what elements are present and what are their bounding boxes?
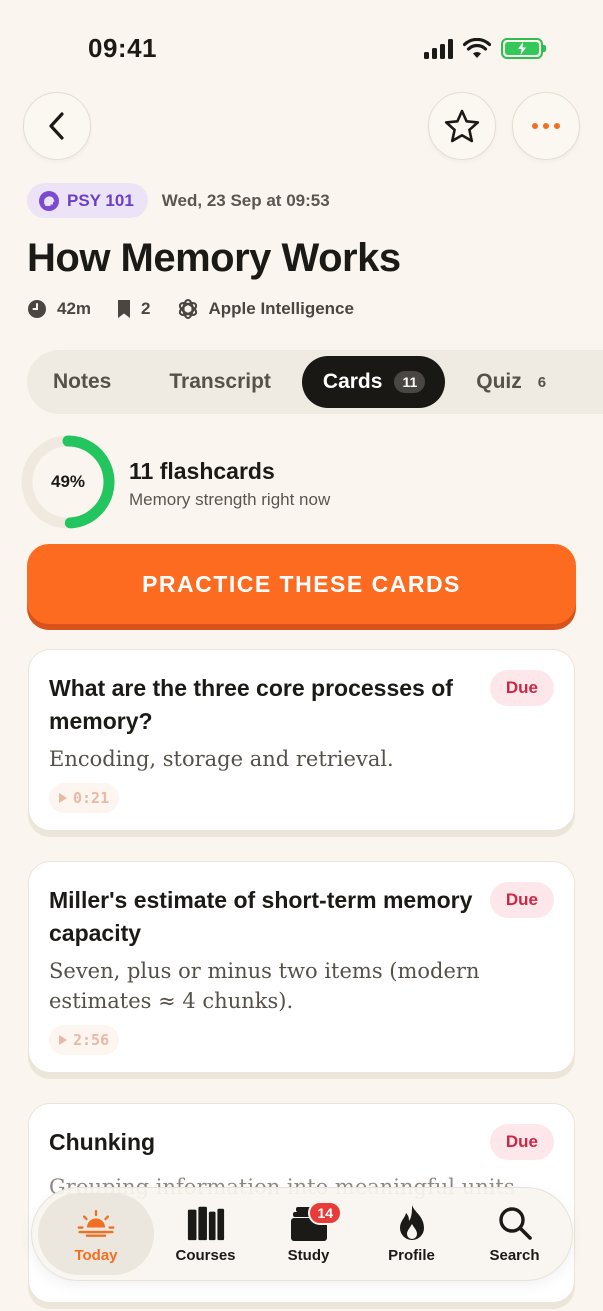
more-options-button[interactable]: [512, 92, 580, 160]
due-badge: Due: [489, 1124, 554, 1160]
tab-cards-count: 11: [394, 371, 426, 393]
course-code: PSY 101: [67, 190, 134, 210]
flashcard-answer: Encoding, storage and retrieval.: [49, 747, 394, 771]
lecture-meta: PSY 101 Wed, 23 Sep at 09:53: [27, 183, 330, 218]
status-bar: 09:41: [0, 0, 603, 90]
tab-quiz[interactable]: Quiz 6: [476, 356, 546, 408]
timestamp-chip[interactable]: 0:21: [49, 783, 120, 813]
tab-quiz-count: 6: [537, 373, 547, 391]
study-badge: 14: [308, 1201, 342, 1225]
nav-today[interactable]: Today: [38, 1193, 154, 1275]
lecture-date: Wed, 23 Sep at 09:53: [161, 190, 330, 210]
nav-search[interactable]: Search: [463, 1193, 566, 1275]
tab-quiz-label: Quiz: [476, 370, 522, 393]
flashcard-question: What are the three core processes of mem…: [49, 675, 453, 734]
timestamp-value: 2:56: [73, 1031, 110, 1049]
practice-cards-button[interactable]: PRACTICE THESE CARDS: [27, 544, 576, 624]
play-icon: [59, 793, 67, 803]
tab-cards-label: Cards: [322, 370, 383, 393]
nav-profile[interactable]: Profile: [360, 1193, 463, 1275]
bookmarks-stat: 2: [117, 299, 151, 319]
flashcard-question: Chunking: [49, 1129, 156, 1155]
memory-strength-caption: Memory strength right now: [129, 490, 331, 509]
bottom-nav: Today Courses Study 14 Profile Search: [31, 1187, 573, 1281]
flashcard-count: 11 flashcards: [129, 458, 275, 484]
flashcard[interactable]: What are the three core processes of mem…: [28, 649, 575, 831]
timestamp-chip[interactable]: 2:56: [49, 1025, 120, 1055]
nav-study[interactable]: Study 14: [257, 1193, 360, 1275]
course-badge[interactable]: PSY 101: [27, 183, 148, 218]
due-badge: Due: [489, 882, 554, 918]
flashcard[interactable]: Miller's estimate of short-term memory c…: [28, 861, 575, 1073]
apple-intelligence-icon: [178, 299, 197, 319]
cellular-signal-icon: [424, 38, 453, 59]
nav-today-label: Today: [74, 1246, 118, 1264]
search-icon: [495, 1205, 535, 1241]
ellipsis-icon: [532, 123, 560, 129]
sunrise-icon: [76, 1205, 116, 1241]
tab-notes[interactable]: Notes: [53, 356, 111, 408]
nav-courses[interactable]: Courses: [154, 1193, 257, 1275]
memory-strength-value: 49%: [50, 472, 86, 491]
nav-profile-label: Profile: [388, 1246, 435, 1264]
battery-icon: [501, 38, 546, 59]
tab-transcript[interactable]: Transcript: [169, 356, 271, 408]
timestamp-value: 0:21: [73, 789, 110, 807]
books-icon: [186, 1205, 226, 1241]
clock-icon: [28, 300, 46, 318]
wifi-icon: [463, 38, 491, 58]
flashcard-question: Miller's estimate of short-term memory c…: [49, 887, 473, 946]
flashcard-answer: Seven, plus or minus two items (modern e…: [49, 959, 480, 1013]
bookmarks-value: 2: [141, 299, 151, 318]
due-badge: Due: [489, 670, 554, 706]
tab-cards[interactable]: Cards 11: [301, 356, 446, 408]
tab-notes-label: Notes: [53, 370, 112, 393]
nav-study-label: Study: [287, 1246, 330, 1264]
chevron-left-icon: [49, 112, 64, 140]
duration-stat: 42m: [27, 299, 91, 319]
duration-value: 42m: [57, 299, 92, 318]
page-title: How Memory Works: [27, 236, 401, 280]
lecture-stats: 42m 2 Apple Intelligence: [27, 298, 380, 320]
nav-search-label: Search: [489, 1246, 540, 1264]
star-icon: [444, 109, 480, 143]
content-tabs: Notes Transcript Cards 11 Quiz 6: [27, 350, 603, 414]
play-icon: [59, 1035, 67, 1045]
status-time: 09:41: [88, 33, 157, 63]
ai-label: Apple Intelligence: [208, 299, 354, 318]
brain-head-icon: [39, 190, 59, 211]
status-icons: [424, 38, 546, 59]
tab-transcript-label: Transcript: [169, 370, 271, 393]
nav-courses-label: Courses: [175, 1246, 236, 1264]
favorite-button[interactable]: [428, 92, 496, 160]
flame-icon: [392, 1204, 432, 1241]
back-button[interactable]: [23, 92, 91, 160]
ai-stat: Apple Intelligence: [177, 298, 354, 320]
bookmark-icon: [118, 300, 131, 318]
